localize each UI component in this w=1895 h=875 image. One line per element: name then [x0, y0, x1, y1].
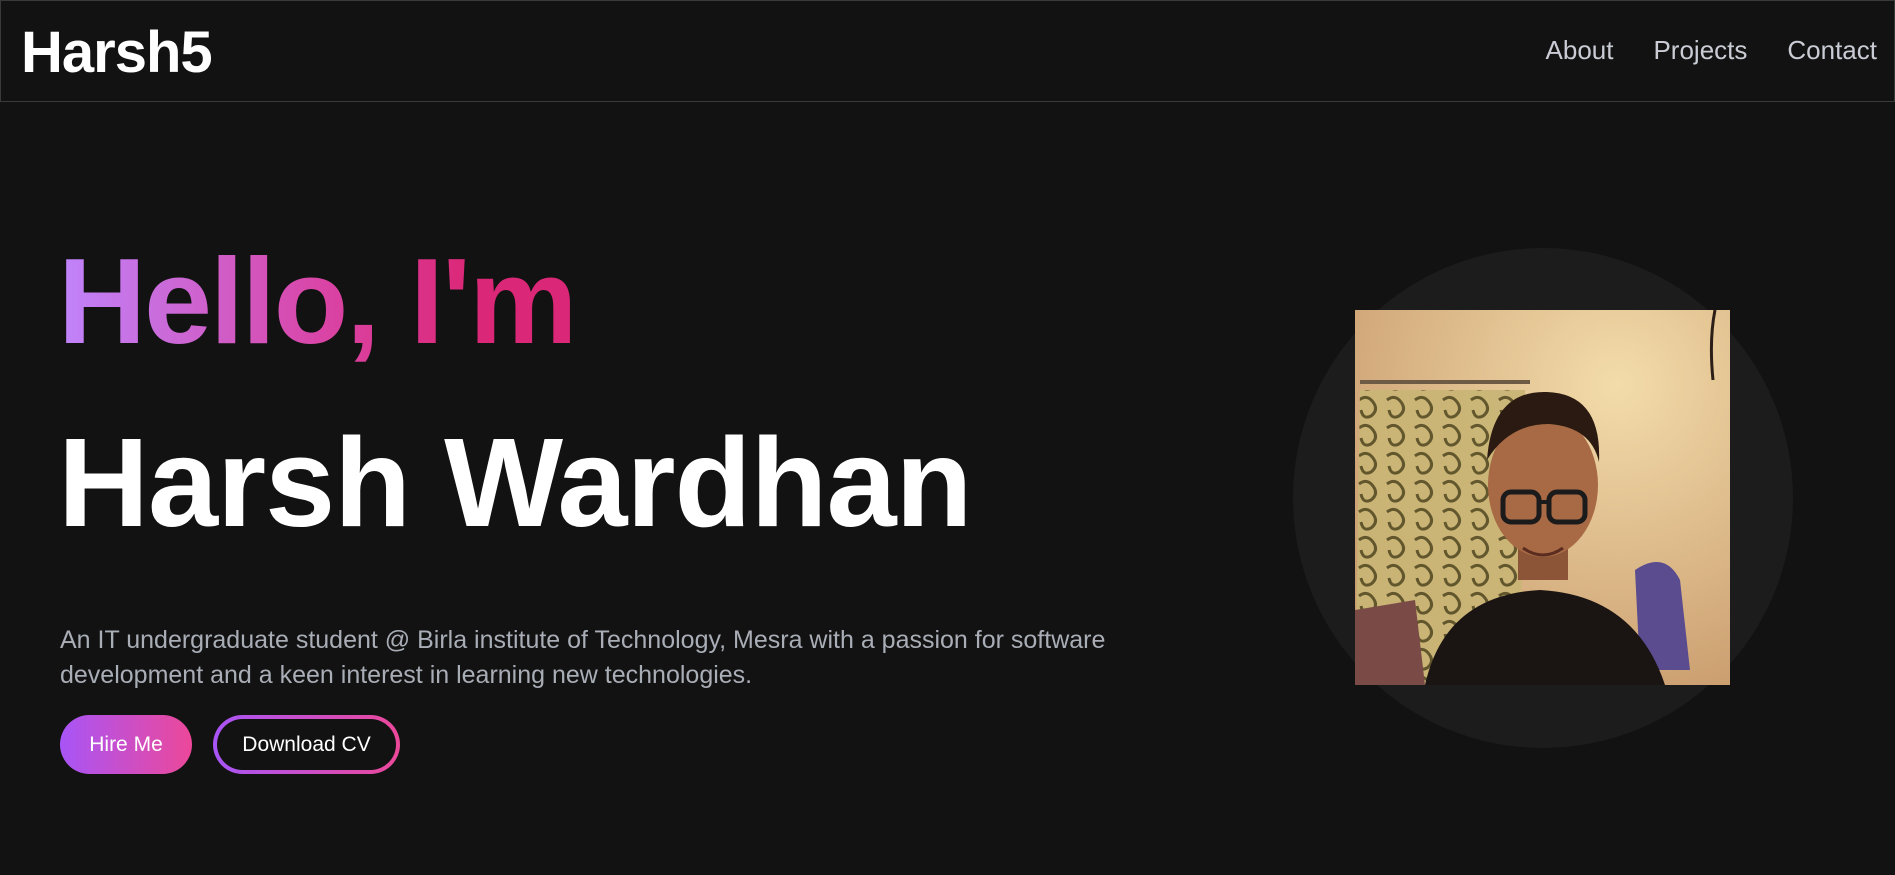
nav-links: About Projects Contact: [1546, 35, 1877, 66]
profile-photo: [1355, 310, 1730, 685]
hero-bio: An IT undergraduate student @ Birla inst…: [60, 626, 1106, 689]
nav-link-contact[interactable]: Contact: [1787, 35, 1877, 66]
nav-link-projects[interactable]: Projects: [1653, 35, 1747, 66]
download-cv-button[interactable]: Download CV: [213, 715, 400, 774]
nav-link-about[interactable]: About: [1546, 35, 1614, 66]
hero-name: Harsh Wardhan: [58, 412, 972, 553]
download-cv-label: Download CV: [217, 719, 396, 770]
hire-me-button[interactable]: Hire Me: [60, 715, 192, 774]
hero-greeting: Hello, I'm: [58, 233, 577, 369]
brand-logo[interactable]: Harsh5: [21, 19, 213, 86]
navbar: Harsh5 About Projects Contact: [0, 0, 1895, 102]
